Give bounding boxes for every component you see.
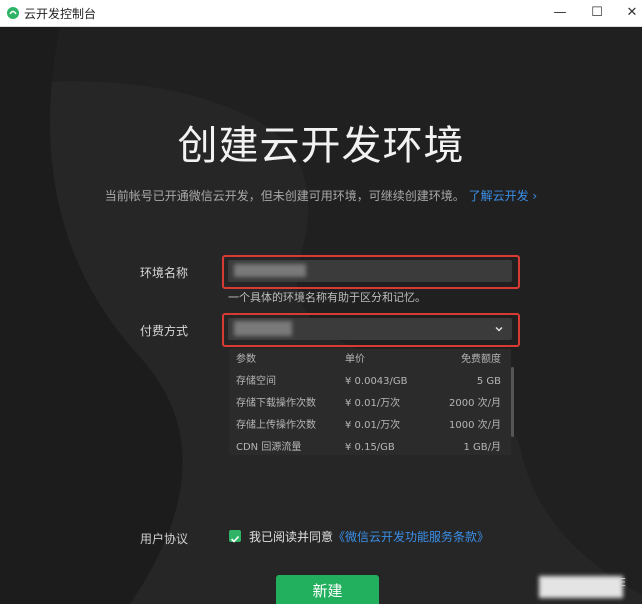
env-name-input[interactable] bbox=[228, 260, 512, 282]
table-cell: CDN 回源流量 bbox=[236, 442, 302, 453]
maximize-button[interactable]: ☐ bbox=[577, 2, 617, 24]
terms-link[interactable]: 《微信云开发功能服务条款》 bbox=[333, 530, 489, 544]
table-row: 存储上传操作次数 ¥ 0.01/万次 1000 次/月 bbox=[229, 415, 511, 437]
pricing-table: 参数 单价 免费额度 存储空间 ¥ 0.0043/GB 5 GB 存储下载操作次… bbox=[229, 349, 511, 455]
table-cell: ¥ 0.01/万次 bbox=[345, 420, 401, 431]
column-header: 参数 bbox=[236, 354, 256, 365]
create-button[interactable]: 新建 bbox=[276, 575, 379, 604]
corner-text: E bbox=[619, 576, 626, 589]
chevron-down-icon bbox=[495, 326, 503, 332]
title-bar: 云开发控制台 — ☐ ✕ bbox=[0, 0, 642, 27]
agreement-checkbox[interactable] bbox=[229, 530, 241, 543]
table-cell: 存储下载操作次数 bbox=[236, 398, 316, 409]
table-cell: ¥ 0.01/万次 bbox=[345, 398, 401, 409]
table-cell: 2000 次/月 bbox=[449, 398, 501, 409]
table-cell: 存储上传操作次数 bbox=[236, 420, 316, 431]
learn-more-link[interactable]: 了解云开发 › bbox=[469, 189, 538, 203]
payment-select[interactable] bbox=[228, 318, 512, 340]
column-header: 单价 bbox=[345, 354, 365, 365]
column-header: 免费额度 bbox=[461, 354, 501, 365]
table-cell: ¥ 0.0043/GB bbox=[345, 376, 408, 387]
redacted-value bbox=[234, 264, 306, 277]
app-icon bbox=[7, 7, 19, 19]
close-button[interactable]: ✕ bbox=[612, 2, 642, 24]
table-cell: ¥ 0.15/GB bbox=[345, 442, 395, 453]
redacted-corner bbox=[539, 576, 623, 598]
table-cell: 1000 次/月 bbox=[449, 420, 501, 431]
pricing-header-row: 参数 单价 免费额度 bbox=[229, 349, 511, 371]
page-subtitle: 当前帐号已开通微信云开发，但未创建可用环境，可继续创建环境。 了解云开发 › bbox=[0, 187, 642, 204]
table-cell: 5 GB bbox=[476, 376, 501, 387]
main-panel: 创建云开发环境 当前帐号已开通微信云开发，但未创建可用环境，可继续创建环境。 了… bbox=[0, 27, 642, 604]
subtitle-text: 当前帐号已开通微信云开发，但未创建可用环境，可继续创建环境。 bbox=[104, 189, 465, 203]
env-name-label: 环境名称 bbox=[140, 266, 189, 280]
payment-label: 付费方式 bbox=[140, 324, 189, 338]
agreement-text: 我已阅读并同意《微信云开发功能服务条款》 bbox=[249, 528, 489, 545]
agreement-label: 用户协议 bbox=[140, 532, 189, 546]
table-cell: 存储空间 bbox=[236, 376, 276, 387]
pricing-scrollbar[interactable] bbox=[511, 367, 514, 437]
table-cell: 1 GB/月 bbox=[463, 442, 501, 453]
agreement-statement: 我已阅读并同意 bbox=[249, 530, 334, 544]
redacted-value bbox=[234, 321, 292, 336]
window-title: 云开发控制台 bbox=[24, 7, 97, 21]
minimize-button[interactable]: — bbox=[540, 2, 580, 24]
app-window: 云开发控制台 — ☐ ✕ 创建云开发环境 当前帐号已开通微信云开发，但未创建可用… bbox=[0, 0, 642, 604]
table-row: 存储空间 ¥ 0.0043/GB 5 GB bbox=[229, 371, 511, 393]
table-row: 存储下载操作次数 ¥ 0.01/万次 2000 次/月 bbox=[229, 393, 511, 415]
checkmark-icon bbox=[230, 535, 240, 543]
page-title: 创建云开发环境 bbox=[177, 123, 465, 169]
env-name-hint: 一个具体的环境名称有助于区分和记忆。 bbox=[228, 291, 426, 304]
table-row: CDN 回源流量 ¥ 0.15/GB 1 GB/月 bbox=[229, 437, 511, 455]
